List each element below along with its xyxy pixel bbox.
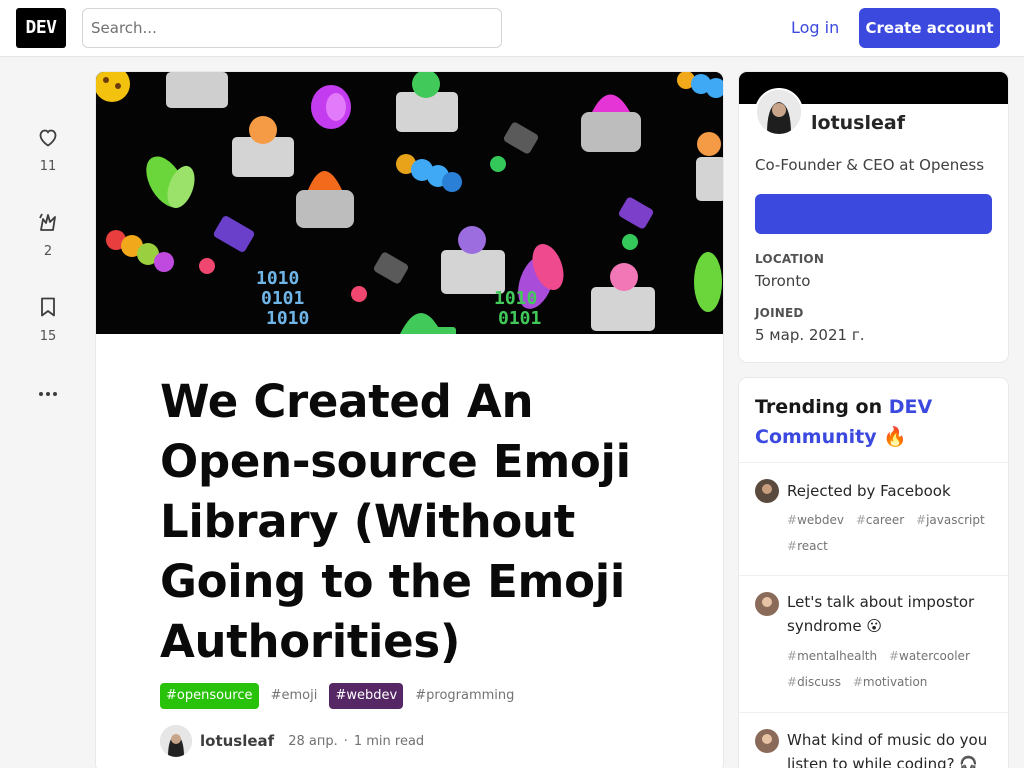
joined-value: 5 мар. 2021 г. — [755, 326, 865, 344]
trending-item[interactable]: What kind of music do you listen to whil… — [739, 712, 1008, 768]
tag-programming[interactable]: #programming — [409, 683, 520, 709]
bookmark-count: 15 — [39, 329, 57, 344]
top-header: DEV Log in Create account — [0, 0, 1024, 57]
trending-item-title[interactable]: What kind of music do you listen to whil… — [787, 728, 997, 768]
svg-text:1010: 1010 — [266, 308, 309, 329]
article-tags: #opensource #emoji #webdev #programming — [160, 683, 521, 709]
trending-tag[interactable]: #motivation — [853, 675, 928, 689]
svg-text:0101: 0101 — [498, 308, 541, 329]
emoji-pattern-illustration: 101001011010 10100101 — [96, 72, 723, 334]
location-value: Toronto — [755, 272, 811, 290]
profile-name[interactable]: lotusleaf — [811, 112, 905, 134]
article-byline: lotusleaf 28 апр. · 1 min read — [160, 725, 424, 757]
trending-tag[interactable]: #mentalhealth — [787, 649, 877, 663]
trending-heading: Trending on DEV Community 🔥 — [755, 396, 933, 448]
trending-tag[interactable]: #javascript — [916, 513, 985, 527]
trending-item-tags: #mentalhealth #watercooler #discuss #mot… — [787, 643, 997, 695]
follow-button[interactable] — [755, 194, 992, 234]
trending-tag[interactable]: #webdev — [787, 513, 844, 527]
joined-label: JOINED — [755, 306, 804, 320]
unicorn-count: 2 — [43, 244, 53, 259]
trending-item[interactable]: Rejected by Facebook #webdev #career #ja… — [739, 462, 1008, 576]
trending-item[interactable]: Let's talk about impostor syndrome 😮 #me… — [739, 575, 1008, 713]
create-account-button[interactable]: Create account — [859, 8, 1000, 48]
article-title: We Created An Open-source Emoji Library … — [160, 375, 631, 668]
profile-avatar[interactable] — [755, 88, 803, 136]
like-count: 11 — [39, 159, 57, 174]
article-card: 1010 0101 1010 1010 0101 We Created An Open… — [96, 72, 723, 768]
tag-opensource[interactable]: #opensource — [160, 683, 259, 709]
svg-text:1010: 1010 — [256, 268, 299, 289]
trending-author-avatar — [755, 729, 779, 753]
trending-item-tags: #webdev #career #javascript #react — [787, 507, 997, 559]
bookmark-icon — [41, 297, 55, 317]
fire-icon: 🔥 — [883, 426, 907, 448]
trending-author-avatar — [755, 592, 779, 616]
trending-card: Trending on DEV Community 🔥 Rejected by … — [739, 378, 1008, 768]
unicorn-reaction[interactable]: 2 — [28, 210, 68, 259]
meta-separator: · — [343, 733, 348, 749]
dev-logo[interactable]: DEV — [16, 8, 66, 48]
svg-text:0101: 0101 — [261, 288, 304, 309]
trending-item-title[interactable]: Let's talk about impostor syndrome 😮 — [787, 590, 997, 638]
trending-tag[interactable]: #career — [856, 513, 904, 527]
login-link[interactable]: Log in — [777, 8, 853, 48]
trending-author-avatar — [755, 479, 779, 503]
trending-tag[interactable]: #react — [787, 539, 828, 553]
unicorn-icon — [39, 213, 56, 231]
tag-webdev[interactable]: #webdev — [329, 683, 404, 709]
search-input[interactable] — [82, 8, 502, 48]
tag-emoji[interactable]: #emoji — [265, 683, 324, 709]
location-label: LOCATION — [755, 252, 825, 266]
trending-tag[interactable]: #discuss — [787, 675, 841, 689]
like-reaction[interactable]: 11 — [28, 125, 68, 174]
heart-icon — [39, 129, 57, 147]
bookmark-reaction[interactable]: 15 — [28, 295, 68, 344]
ellipsis-icon — [39, 392, 57, 396]
post-date: 28 апр. — [288, 733, 338, 749]
read-time: 1 min read — [353, 733, 425, 749]
more-options-button[interactable] — [28, 382, 68, 406]
author-avatar[interactable] — [160, 725, 192, 757]
cover-image: 1010 0101 1010 1010 0101 — [96, 72, 723, 334]
trending-item-title[interactable]: Rejected by Facebook — [787, 479, 997, 503]
svg-text:1010: 1010 — [494, 288, 537, 309]
author-name[interactable]: lotusleaf — [200, 732, 274, 750]
author-profile-card: lotusleaf Co-Founder & CEO at Openess LO… — [739, 72, 1008, 362]
trending-tag[interactable]: #watercooler — [889, 649, 970, 663]
profile-bio: Co-Founder & CEO at Openess — [755, 156, 985, 174]
